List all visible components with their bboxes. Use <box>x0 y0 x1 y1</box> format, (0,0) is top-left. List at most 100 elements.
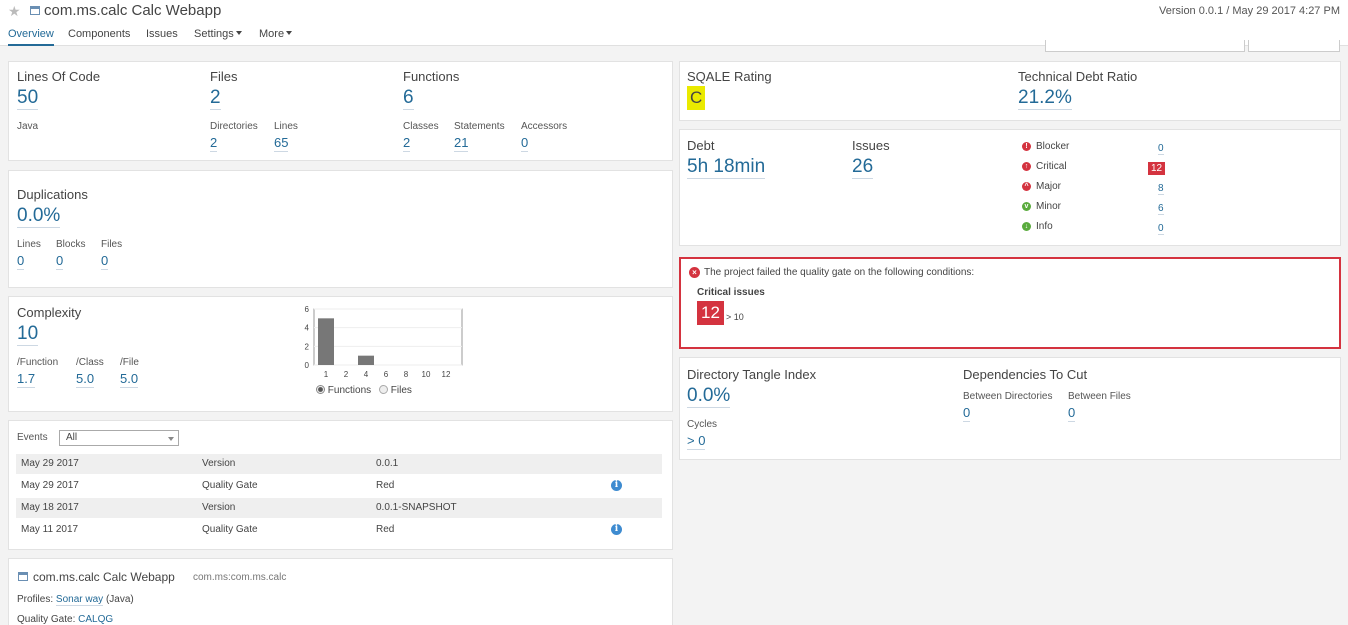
chart-x-tick-label: 2 <box>344 370 349 379</box>
dup-lines-value[interactable]: 0 <box>17 253 25 270</box>
profile-link[interactable]: Sonar way <box>55 594 104 606</box>
chart-bar <box>358 355 374 365</box>
project-name: com.ms.calc Calc Webapp <box>33 570 175 584</box>
quality-gate-link[interactable]: CALQG <box>78 614 113 625</box>
severity-critical-count[interactable]: 12 <box>1148 162 1166 175</box>
severity-info-count[interactable]: 0 <box>1158 223 1164 235</box>
info-icon[interactable]: i <box>611 524 622 535</box>
directories-label: Directories <box>210 121 258 132</box>
lines-value[interactable]: 65 <box>274 135 289 152</box>
dup-blocks-value[interactable]: 0 <box>56 253 64 270</box>
event-date: May 29 2017 <box>21 480 79 491</box>
debt-label: Debt <box>687 138 715 153</box>
lines-of-code-label: Lines Of Code <box>17 69 101 84</box>
cycles-label: Cycles <box>687 419 718 430</box>
chart-y-tick-label: 0 <box>305 361 310 370</box>
event-type: Quality Gate <box>202 524 258 535</box>
event-date: May 18 2017 <box>21 502 79 513</box>
event-value: Red <box>376 480 395 491</box>
tab-more[interactable]: More <box>259 28 293 40</box>
per-function-value[interactable]: 1.7 <box>17 371 36 388</box>
language-label: Java <box>17 121 39 132</box>
tab-issues[interactable]: Issues <box>146 28 178 40</box>
per-class-label: /Class <box>76 357 104 368</box>
per-file-value[interactable]: 5.0 <box>120 371 139 388</box>
sqale-rating-label: SQALE Rating <box>687 69 772 84</box>
tab-more-label: More <box>259 28 285 40</box>
dependencies-title: Dependencies To Cut <box>963 367 1088 382</box>
quality-gate-message: The project failed the quality gate on t… <box>704 267 975 278</box>
info-severity-icon: ↓ <box>1022 222 1031 231</box>
event-type: Quality Gate <box>202 480 258 491</box>
radio-functions[interactable]: Functions <box>316 385 371 396</box>
chart-x-tick-label: 4 <box>364 370 369 379</box>
events-filter-select[interactable]: All <box>59 430 179 446</box>
info-icon[interactable]: i <box>611 480 622 491</box>
radio-files-label: Files <box>390 385 412 396</box>
per-class-value[interactable]: 5.0 <box>76 371 95 388</box>
complexity-value[interactable]: 10 <box>17 323 39 346</box>
radio-unchecked-icon <box>379 385 388 394</box>
sqale-rating-badge[interactable]: C <box>687 86 706 110</box>
files-value[interactable]: 2 <box>210 87 221 110</box>
radio-files[interactable]: Files <box>379 385 412 396</box>
blocker-icon: ! <box>1022 142 1031 151</box>
project-icon <box>30 6 40 15</box>
debt-ratio-value[interactable]: 21.2% <box>1018 87 1072 110</box>
radio-functions-label: Functions <box>327 385 372 396</box>
quality-gate-value[interactable]: 12 <box>697 301 724 325</box>
chevron-down-icon <box>286 31 293 35</box>
between-files-value[interactable]: 0 <box>1068 405 1076 422</box>
between-dirs-label: Between Directories <box>963 391 1053 402</box>
lines-of-code-value[interactable]: 50 <box>17 87 39 110</box>
duplications-value[interactable]: 0.0% <box>17 205 61 228</box>
chart-y-tick-label: 4 <box>305 324 310 333</box>
quality-gate-condition: Critical issues <box>697 287 765 298</box>
issues-value[interactable]: 26 <box>852 156 874 179</box>
events-filter-value: All <box>66 432 78 443</box>
header-action-button[interactable] <box>1248 40 1340 52</box>
severity-blocker-count[interactable]: 0 <box>1158 143 1164 155</box>
event-type: Version <box>202 502 236 513</box>
sqale-panel <box>679 61 1341 121</box>
events-label: Events <box>17 432 48 443</box>
dup-files-value[interactable]: 0 <box>101 253 109 270</box>
favorite-star-icon[interactable]: ★ <box>8 3 21 20</box>
complexity-title: Complexity <box>17 305 82 320</box>
cycles-value[interactable]: > 0 <box>687 433 706 450</box>
classes-value[interactable]: 2 <box>403 135 411 152</box>
chart-x-tick-label: 10 <box>422 370 431 379</box>
severity-major-count[interactable]: 8 <box>1158 183 1164 195</box>
profiles-label: Profiles: <box>17 594 54 605</box>
functions-value[interactable]: 6 <box>403 87 414 110</box>
severity-critical-label: Critical <box>1036 161 1067 172</box>
header-search-input[interactable] <box>1045 40 1245 52</box>
severity-blocker-label: Blocker <box>1036 141 1070 152</box>
table-row: May 29 2017 Quality Gate Red i <box>16 476 662 496</box>
tangle-value[interactable]: 0.0% <box>687 385 731 408</box>
event-value: 0.0.1-SNAPSHOT <box>376 502 457 513</box>
directories-value[interactable]: 2 <box>210 135 218 152</box>
duplications-title: Duplications <box>17 187 88 202</box>
quality-gate-label: Quality Gate: <box>17 614 76 625</box>
debt-issues-panel <box>679 129 1341 246</box>
version-info: Version 0.0.1 / May 29 2017 4:27 PM <box>1158 5 1340 17</box>
debt-value[interactable]: 5h 18min <box>687 156 766 179</box>
files-label: Files <box>210 69 238 84</box>
tab-components[interactable]: Components <box>68 28 130 40</box>
tab-settings[interactable]: Settings <box>194 28 242 40</box>
debt-ratio-label: Technical Debt Ratio <box>1018 69 1138 84</box>
statements-value[interactable]: 21 <box>454 135 469 152</box>
tangle-title: Directory Tangle Index <box>687 367 817 382</box>
chart-x-tick-label: 8 <box>404 370 409 379</box>
between-dirs-value[interactable]: 0 <box>963 405 971 422</box>
severity-minor-count[interactable]: 6 <box>1158 203 1164 215</box>
tab-overview[interactable]: Overview <box>8 28 54 46</box>
dup-blocks-label: Blocks <box>56 239 86 250</box>
per-function-label: /Function <box>17 357 59 368</box>
accessors-value[interactable]: 0 <box>521 135 529 152</box>
chart-bar <box>318 318 334 365</box>
severity-minor-label: Minor <box>1036 201 1062 212</box>
radio-checked-icon <box>316 385 325 394</box>
chart-y-tick-label: 2 <box>305 342 310 351</box>
